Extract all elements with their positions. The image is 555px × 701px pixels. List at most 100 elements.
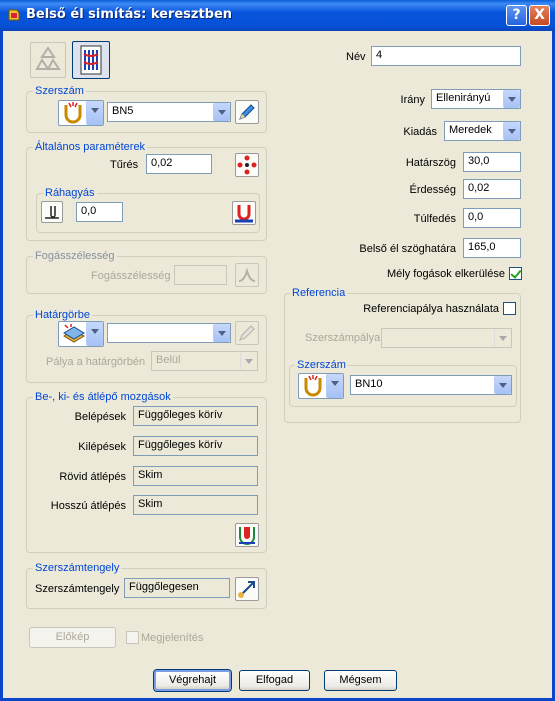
- recycle-toolpath-button[interactable]: [30, 42, 66, 78]
- ballnose-tool-icon: [64, 102, 82, 124]
- component-thickness-icon: [235, 205, 253, 223]
- chevron-down-icon: [494, 329, 511, 347]
- avoid-deep-label: Mély fogások elkerülése: [386, 268, 505, 280]
- help-button[interactable]: ?: [506, 5, 527, 26]
- leads-links-button[interactable]: [235, 523, 259, 547]
- use-reference-checkbox[interactable]: [503, 302, 516, 315]
- general-params-title: Általános paraméterek: [33, 141, 148, 153]
- preview-button[interactable]: Előkép: [29, 627, 116, 648]
- reference-tool-title: Szerszám: [295, 359, 348, 371]
- threshold-label: Határszög: [405, 157, 456, 169]
- tool-axis-title: Szerszámtengely: [33, 562, 122, 574]
- show-preview-checkbox[interactable]: [126, 631, 139, 644]
- reference-tool-type-selector[interactable]: [298, 373, 344, 399]
- chevron-down-icon: [86, 322, 103, 346]
- threshold-input[interactable]: 30,0: [463, 152, 521, 172]
- toolpath-pattern-icon: [80, 45, 102, 75]
- thickness-button[interactable]: [235, 153, 259, 177]
- recycle-icon: [35, 46, 61, 70]
- leads-out-label: Kilépések: [78, 441, 126, 453]
- stepover-input[interactable]: [174, 265, 227, 285]
- app-icon: [8, 9, 20, 21]
- short-link-field[interactable]: Skim: [133, 466, 258, 486]
- tool-type-selector[interactable]: [58, 100, 104, 126]
- direction-dropdown[interactable]: Ellenirányú: [431, 89, 521, 109]
- stepover-label: Fogásszélesség: [91, 270, 171, 282]
- chevron-down-icon: [213, 324, 230, 342]
- output-value: Meredek: [449, 124, 492, 136]
- cancel-button[interactable]: Mégsem: [324, 670, 397, 691]
- chevron-down-icon: [86, 101, 103, 125]
- long-link-label: Hosszú átlépés: [50, 500, 126, 512]
- tool-axis-label: Szerszámtengely: [35, 583, 120, 595]
- tool-group-title: Szerszám: [33, 85, 86, 97]
- leads-links-title: Be-, ki- és átlépő mozgások: [33, 391, 173, 403]
- output-label: Kiadás: [403, 126, 437, 138]
- output-dropdown[interactable]: Meredek: [444, 121, 521, 141]
- strategy-button[interactable]: [72, 41, 110, 79]
- ballnose-tool-icon: [304, 375, 322, 397]
- use-reference-label: Referenciapálya használata: [363, 303, 499, 315]
- reference-toolpath-dropdown[interactable]: [381, 328, 512, 348]
- execute-button[interactable]: Végrehajt: [154, 670, 231, 691]
- chevron-down-icon: [213, 103, 230, 121]
- tool-dropdown[interactable]: BN5: [107, 102, 231, 122]
- name-input[interactable]: 4: [371, 46, 521, 66]
- show-preview-label: Megjelenítés: [141, 632, 204, 644]
- overlap-label: Túlfedés: [413, 213, 456, 225]
- short-link-label: Rövid átlépés: [59, 471, 126, 483]
- reference-toolpath-label: Szerszámpálya: [305, 332, 381, 344]
- chevron-down-icon: [326, 374, 343, 398]
- tool-axis-field[interactable]: Függőlegesen: [124, 578, 230, 598]
- edit-tool-button[interactable]: [235, 100, 259, 124]
- boundary-dropdown[interactable]: [107, 323, 231, 343]
- pencil-icon: [239, 325, 255, 341]
- leads-out-field[interactable]: Függőleges körív: [133, 436, 258, 456]
- accept-button[interactable]: Elfogad: [239, 670, 310, 691]
- pencil-icon: [239, 104, 255, 120]
- boundary-type-selector[interactable]: [58, 321, 104, 347]
- boundary-path-label: Pálya a határgörbén: [46, 356, 146, 368]
- diamond-points-icon: [237, 155, 257, 175]
- boundary-path-dropdown[interactable]: Belül: [151, 351, 258, 371]
- allowance-group: [36, 193, 260, 233]
- stepover-button[interactable]: [235, 263, 259, 287]
- leads-in-field[interactable]: Függőleges körív: [133, 406, 258, 426]
- reference-title: Referencia: [290, 287, 348, 299]
- direction-label: Irány: [400, 94, 425, 106]
- overlap-input[interactable]: 0,0: [463, 208, 521, 228]
- allowance-input[interactable]: 0,0: [76, 202, 123, 222]
- avoid-deep-checkbox[interactable]: [509, 267, 522, 280]
- edit-boundary-button[interactable]: [235, 321, 259, 345]
- window-title: Belső él simítás: keresztben: [26, 7, 233, 22]
- close-button[interactable]: X: [529, 5, 550, 26]
- window-frame-left: [0, 31, 3, 701]
- leads-in-label: Belépések: [74, 411, 126, 423]
- tolerance-input[interactable]: 0,02: [146, 154, 212, 174]
- chevron-down-icon: [503, 90, 520, 108]
- allowance-type-button[interactable]: [41, 201, 63, 223]
- name-label: Név: [346, 51, 366, 63]
- stepover-title: Fogásszélesség: [33, 250, 117, 262]
- reference-tool-value: BN10: [355, 378, 383, 390]
- reference-tool-dropdown[interactable]: BN10: [350, 375, 512, 395]
- roughness-input[interactable]: 0,02: [463, 179, 521, 199]
- chevron-down-icon: [240, 352, 257, 370]
- roughness-label: Érdesség: [409, 184, 456, 196]
- component-allowance-button[interactable]: [232, 201, 256, 225]
- chevron-down-icon: [494, 376, 511, 394]
- allowance-title: Ráhagyás: [43, 187, 97, 199]
- corner-threshold-label: Belső él szöghatára: [359, 243, 456, 255]
- cusp-icon: [238, 267, 256, 282]
- corner-threshold-input[interactable]: 165,0: [463, 238, 521, 258]
- boundary-title: Határgörbe: [33, 309, 93, 321]
- boundary-path-value: Belül: [156, 354, 181, 366]
- axis-arrow-icon: [238, 581, 255, 598]
- chevron-down-icon: [503, 122, 520, 140]
- tool-dropdown-value: BN5: [112, 105, 134, 117]
- leads-links-icon: [239, 527, 255, 545]
- long-link-field[interactable]: Skim: [133, 495, 258, 515]
- direction-value: Ellenirányú: [436, 92, 491, 104]
- tool-axis-button[interactable]: [235, 577, 259, 601]
- allowance-icon: [45, 206, 59, 219]
